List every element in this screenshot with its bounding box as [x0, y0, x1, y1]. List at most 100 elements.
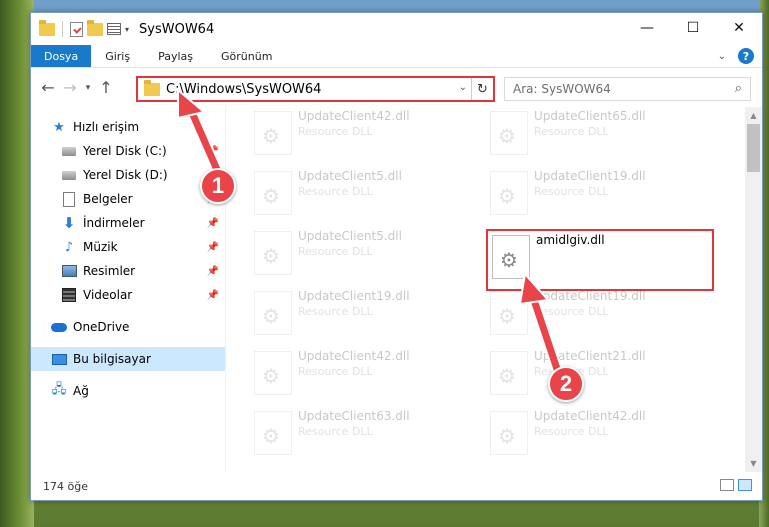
sidebar-item-label: Ağ — [73, 384, 89, 398]
customize-toolbar-chevron-icon[interactable]: ▾ — [125, 25, 129, 34]
scroll-up-arrow-icon[interactable]: ▲ — [745, 107, 762, 124]
scroll-down-arrow-icon[interactable]: ▼ — [745, 455, 762, 472]
dll-file-icon — [254, 171, 292, 215]
sidebar-item-quick-access[interactable]: ★ Hızlı erişim — [31, 115, 225, 139]
maximize-button[interactable]: ☐ — [670, 13, 716, 43]
dll-file-icon — [254, 351, 292, 395]
address-history-chevron-icon[interactable]: ⌄ — [459, 82, 467, 93]
network-icon: 🖧 — [51, 382, 67, 397]
sidebar-item-downloads[interactable]: ⬇ İndirmeler 📌 — [31, 211, 225, 235]
back-arrow-icon[interactable]: ← — [37, 78, 59, 97]
sidebar-item-label: OneDrive — [73, 320, 130, 334]
cloud-icon — [51, 319, 67, 335]
file-item[interactable]: UpdateClient5.dll Resource DLL — [250, 167, 470, 223]
content-area: ★ Hızlı erişim Yerel Disk (C:) 📌 Yerel D… — [31, 107, 762, 472]
forward-arrow-icon[interactable]: → — [59, 78, 81, 97]
expand-ribbon-chevron-icon[interactable]: ⌄ — [718, 51, 726, 62]
dll-file-icon — [490, 171, 528, 215]
file-item[interactable]: UpdateClient19.dll Resource DLL — [486, 167, 706, 223]
file-name: UpdateClient65.dll — [534, 109, 646, 123]
file-item[interactable]: UpdateClient42.dll Resource DLL — [250, 347, 470, 403]
dll-file-icon — [490, 291, 528, 335]
view-options-icon[interactable] — [107, 23, 121, 35]
tab-home[interactable]: Giriş — [91, 45, 144, 67]
star-icon: ★ — [53, 119, 65, 135]
file-list: UpdateClient42.dll Resource DLL UpdateCli… — [226, 107, 762, 472]
file-item[interactable]: UpdateClient63.dll Resource DLL — [250, 407, 470, 463]
dll-file-icon — [490, 351, 528, 395]
tiles-view-icon[interactable] — [738, 479, 752, 491]
pin-icon[interactable]: 📌 — [207, 146, 219, 157]
refresh-icon[interactable]: ↻ — [471, 78, 493, 100]
vertical-scrollbar[interactable]: ▲ ▼ — [745, 107, 762, 472]
sidebar-item-music[interactable]: ♪ Müzik 📌 — [31, 235, 225, 259]
tab-file[interactable]: Dosya — [31, 45, 92, 67]
search-icon[interactable]: ⌕ — [735, 81, 742, 96]
pin-icon[interactable]: 📌 — [207, 218, 219, 229]
tab-share[interactable]: Paylaş — [144, 45, 207, 67]
file-name: UpdateClient19.dll — [534, 289, 646, 303]
file-item[interactable]: UpdateClient42.dll Resource DLL — [486, 407, 706, 463]
tab-view[interactable]: Görünüm — [207, 45, 286, 67]
scrollbar-thumb[interactable] — [747, 124, 760, 172]
search-box[interactable]: Ara: SysWOW64 ⌕ — [504, 77, 751, 101]
minimize-button[interactable]: — — [624, 13, 670, 43]
download-arrow-icon: ⬇ — [62, 214, 76, 232]
item-count: 174 öğe — [43, 479, 88, 493]
file-item[interactable]: UpdateClient19.dll Resource DLL — [250, 287, 470, 343]
sidebar-item-this-pc[interactable]: Bu bilgisayar — [31, 347, 225, 371]
address-path[interactable]: C:\Windows\SysWOW64 — [166, 82, 321, 97]
file-description: Resource DLL — [298, 245, 373, 258]
properties-icon[interactable] — [70, 21, 83, 37]
up-arrow-icon[interactable]: ↑ — [95, 78, 117, 97]
new-folder-icon[interactable] — [87, 19, 103, 36]
explorer-window: ▾ SysWOW64 — ☐ ✕ Dosya Giriş Paylaş Görü… — [30, 12, 763, 501]
file-name: UpdateClient5.dll — [298, 169, 402, 183]
dll-file-icon — [490, 411, 528, 455]
file-description: Resource DLL — [298, 185, 373, 198]
pin-icon[interactable]: 📌 — [207, 242, 219, 253]
file-description: Resource DLL — [534, 185, 609, 198]
sidebar-item-pictures[interactable]: Resimler 📌 — [31, 259, 225, 283]
title-bar: ▾ SysWOW64 — ☐ ✕ — [31, 13, 762, 45]
sidebar-item-label: Belgeler — [83, 192, 133, 206]
file-item[interactable]: UpdateClient5.dll Resource DLL — [250, 227, 470, 283]
details-view-icon[interactable] — [720, 479, 734, 491]
file-item[interactable]: UpdateClient65.dll Resource DLL — [486, 107, 706, 163]
file-item[interactable]: UpdateClient42.dll Resource DLL — [250, 107, 470, 163]
help-icon[interactable]: ? — [738, 48, 754, 64]
pin-icon[interactable]: 📌 — [207, 290, 219, 301]
toolbar-separator — [62, 21, 63, 37]
window-controls: — ☐ ✕ — [624, 13, 762, 43]
hard-drive-icon — [61, 167, 77, 183]
file-item-amidlgiv[interactable]: amidlgiv.dll — [486, 229, 714, 291]
sidebar-item-label: Yerel Disk (D:) — [83, 168, 168, 182]
sidebar-item-onedrive[interactable]: OneDrive — [31, 315, 225, 339]
recent-locations-chevron-icon[interactable]: ▾ — [81, 83, 95, 93]
file-item[interactable]: UpdateClient21.dllResource DLL — [486, 347, 706, 403]
sidebar-item-label: Müzik — [83, 240, 118, 254]
sidebar-item-documents[interactable]: Belgeler 📌 — [31, 187, 225, 211]
sidebar-item-local-disk-c[interactable]: Yerel Disk (C:) 📌 — [31, 139, 225, 163]
dll-file-icon — [492, 235, 530, 279]
status-bar: 174 öğe — [31, 472, 762, 500]
dll-file-icon — [254, 111, 292, 155]
folder-icon — [144, 79, 160, 96]
callout-badge: 2 — [548, 366, 584, 402]
file-name: UpdateClient63.dll — [298, 409, 410, 423]
file-description: Resource DLL — [534, 425, 609, 438]
music-note-icon: ♪ — [64, 239, 74, 255]
sidebar-item-local-disk-d[interactable]: Yerel Disk (D:) — [31, 163, 225, 187]
pin-icon[interactable]: 📌 — [207, 266, 219, 277]
sidebar-item-network[interactable]: 🖧 Ağ — [31, 379, 225, 403]
close-button[interactable]: ✕ — [716, 13, 762, 43]
sidebar-item-videos[interactable]: Videolar 📌 — [31, 283, 225, 307]
file-description: Resource DLL — [534, 305, 609, 318]
sidebar-item-label: Hızlı erişim — [73, 120, 140, 134]
address-bar[interactable]: C:\Windows\SysWOW64 ⌄ ↻ — [136, 76, 495, 102]
picture-icon — [61, 263, 77, 279]
file-item[interactable]: UpdateClient19.dll Resource DLL — [486, 287, 706, 343]
file-name: UpdateClient19.dll — [534, 169, 646, 183]
file-name: UpdateClient19.dll — [298, 289, 410, 303]
sidebar-item-label: İndirmeler — [83, 216, 145, 230]
